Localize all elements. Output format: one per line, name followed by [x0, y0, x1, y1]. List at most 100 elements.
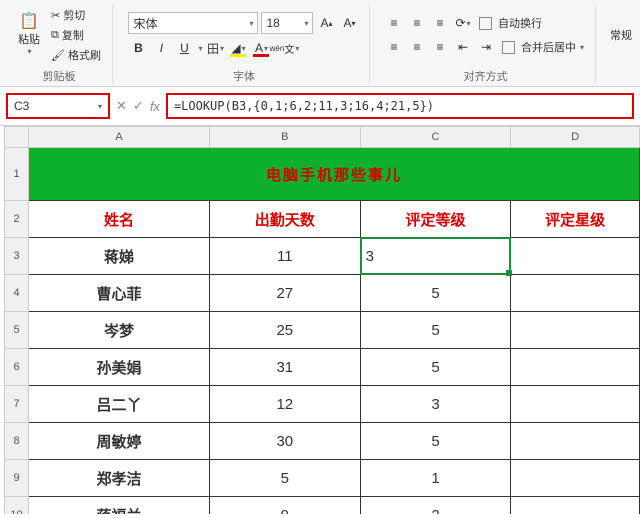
orientation-button[interactable]: ⟳▾	[453, 13, 473, 33]
data-cell[interactable]: 孙美娟	[29, 349, 210, 386]
data-cell[interactable]: 蒋福兰	[29, 497, 210, 515]
data-cell[interactable]	[511, 312, 640, 349]
data-cell[interactable]: 9	[209, 497, 360, 515]
row-header[interactable]: 4	[5, 275, 29, 312]
data-cell[interactable]	[511, 386, 640, 423]
col-header[interactable]: A	[29, 127, 210, 148]
header-cell[interactable]: 评定等级	[360, 201, 511, 238]
italic-button[interactable]: I	[151, 38, 171, 58]
row-header[interactable]: 5	[5, 312, 29, 349]
increase-font-button[interactable]: A▴	[316, 13, 336, 33]
font-name-select[interactable]: 宋体▾	[128, 12, 258, 34]
data-cell[interactable]: 曹心菲	[29, 275, 210, 312]
cell-reference: C3	[14, 99, 29, 113]
data-cell[interactable]: 12	[209, 386, 360, 423]
chevron-down-icon: ▾	[264, 44, 268, 53]
header-cell[interactable]: 出勤天数	[209, 201, 360, 238]
align-center-button[interactable]: ≡	[407, 37, 427, 57]
table-row: 1 电脑手机那些事儿	[5, 148, 640, 201]
data-cell[interactable]: 31	[209, 349, 360, 386]
cancel-icon[interactable]: ✕	[116, 98, 127, 114]
data-cell[interactable]	[511, 460, 640, 497]
fx-icon[interactable]: fx	[150, 99, 160, 114]
data-cell[interactable]: 郑孝洁	[29, 460, 210, 497]
data-cell[interactable]: 5	[209, 460, 360, 497]
font-size-select[interactable]: 18▾	[261, 12, 313, 34]
indent-decrease-button[interactable]: ⇤	[453, 37, 473, 57]
bold-button[interactable]: B	[128, 38, 148, 58]
border-button[interactable]: 田▾	[205, 38, 225, 58]
row-header[interactable]: 1	[5, 148, 29, 201]
row-header[interactable]: 6	[5, 349, 29, 386]
col-header[interactable]: C	[360, 127, 511, 148]
col-header[interactable]: D	[511, 127, 640, 148]
selected-cell[interactable]: 3	[361, 238, 511, 274]
data-cell[interactable]: 27	[209, 275, 360, 312]
formula-input[interactable]: =LOOKUP(B3,{0,1;6,2;11,3;16,4;21,5})	[166, 93, 634, 119]
copy-button[interactable]: ⧉复制	[48, 26, 104, 44]
cut-button[interactable]: ✂剪切	[48, 6, 104, 24]
data-cell[interactable]	[511, 423, 640, 460]
col-header[interactable]: B	[209, 127, 360, 148]
header-cell[interactable]: 评定星级	[511, 201, 640, 238]
row-header[interactable]: 2	[5, 201, 29, 238]
data-cell[interactable]: 5	[360, 312, 511, 349]
align-bottom-button[interactable]: ≡	[430, 13, 450, 33]
underline-button[interactable]: U	[174, 38, 194, 58]
select-all-corner[interactable]	[5, 127, 29, 148]
data-cell[interactable]: 3	[360, 386, 511, 423]
data-cell[interactable]: 周敏婷	[29, 423, 210, 460]
paste-button[interactable]: 📋 粘贴 ▾	[14, 12, 44, 58]
header-cell[interactable]: 姓名	[29, 201, 210, 238]
wrap-text-button[interactable]: 自动换行	[476, 14, 545, 32]
align-top-button[interactable]: ≡	[384, 13, 404, 33]
row-header[interactable]: 7	[5, 386, 29, 423]
data-cell[interactable]: 吕二丫	[29, 386, 210, 423]
title-cell[interactable]: 电脑手机那些事儿	[29, 148, 640, 201]
data-cell[interactable]: 5	[360, 275, 511, 312]
data-cell[interactable]	[511, 497, 640, 515]
number-format-label[interactable]: 常规	[610, 27, 632, 43]
table-row: 3 蒋娣 11 3	[5, 238, 640, 275]
phonetic-button[interactable]: wén文▾	[274, 38, 294, 58]
spreadsheet-grid[interactable]: A B C D 1 电脑手机那些事儿 2 姓名 出勤天数 评定等级 评定星级 3…	[0, 126, 640, 514]
ribbon: 📋 粘贴 ▾ ✂剪切 ⧉复制 🖌格式刷 剪贴板 宋体▾ 18▾ A▴ A▾ B …	[0, 0, 640, 87]
data-cell[interactable]: 5	[360, 349, 511, 386]
data-cell[interactable]	[511, 349, 640, 386]
row-header[interactable]: 3	[5, 238, 29, 275]
align-right-button[interactable]: ≡	[430, 37, 450, 57]
data-cell[interactable]: 30	[209, 423, 360, 460]
table-row: 6 孙美娟 31 5	[5, 349, 640, 386]
row-header[interactable]: 9	[5, 460, 29, 497]
row-header[interactable]: 8	[5, 423, 29, 460]
align-middle-button[interactable]: ≡	[407, 13, 427, 33]
merge-center-button[interactable]: 合并后居中▾	[499, 38, 587, 56]
confirm-icon[interactable]: ✓	[133, 98, 144, 114]
data-cell[interactable]	[511, 238, 640, 275]
chevron-down-icon: ▾	[198, 44, 202, 53]
row-header[interactable]: 10	[5, 497, 29, 515]
chevron-down-icon: ▾	[98, 102, 102, 111]
decrease-font-button[interactable]: A▾	[339, 13, 359, 33]
format-painter-label: 格式刷	[68, 47, 101, 63]
data-cell[interactable]: 25	[209, 312, 360, 349]
data-cell[interactable]: 岑梦	[29, 312, 210, 349]
copy-label: 复制	[62, 27, 84, 43]
cut-label: 剪切	[63, 7, 85, 23]
fill-color-button[interactable]: ◢▾	[228, 38, 248, 58]
data-cell[interactable]: 蒋娣	[29, 238, 210, 275]
name-box[interactable]: C3 ▾	[6, 93, 110, 119]
data-cell[interactable]: 1	[360, 460, 511, 497]
data-cell[interactable]: 2	[360, 497, 511, 515]
font-color-button[interactable]: A▾	[251, 38, 271, 58]
checkbox-icon	[502, 41, 515, 54]
align-left-button[interactable]: ≡	[384, 37, 404, 57]
table-row: 5 岑梦 25 5	[5, 312, 640, 349]
format-painter-button[interactable]: 🖌格式刷	[48, 46, 104, 64]
data-cell[interactable]: 5	[360, 423, 511, 460]
indent-increase-button[interactable]: ⇥	[476, 37, 496, 57]
data-cell[interactable]	[511, 275, 640, 312]
formula-bar: C3 ▾ ✕ ✓ fx =LOOKUP(B3,{0,1;6,2;11,3;16,…	[0, 87, 640, 126]
scissors-icon: ✂	[51, 9, 60, 22]
data-cell[interactable]: 11	[209, 238, 360, 275]
